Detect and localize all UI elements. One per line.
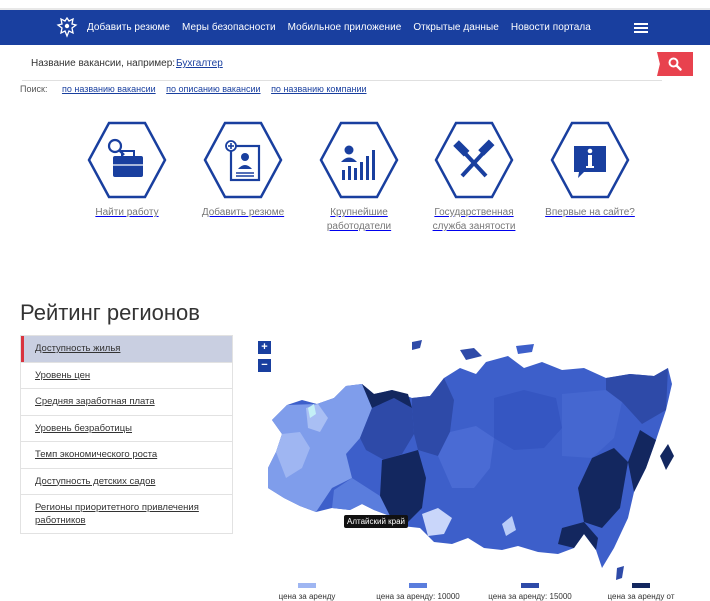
search-criteria: Поиск: по названию вакансии по описанию … (20, 84, 375, 94)
service-top-employers[interactable]: Крупнейшие работодатели (309, 120, 409, 234)
regions-map[interactable] (262, 338, 682, 583)
search-button[interactable] (657, 52, 693, 76)
nav-link-safety[interactable]: Меры безопасности (182, 22, 276, 33)
service-employment-service[interactable]: Государственная служба занятости (424, 120, 524, 234)
service-label: Найти работу (95, 207, 159, 218)
service-first-visit[interactable]: Впервые на сайте? (540, 120, 640, 220)
rating-tabs: Доступность жилья Уровень цен Средняя за… (20, 335, 233, 534)
legend-swatch (409, 583, 427, 588)
criteria-by-title[interactable]: по названию вакансии (62, 84, 156, 94)
legend-swatch (298, 583, 316, 588)
tab-price-level[interactable]: Уровень цен (21, 362, 232, 389)
hamburger-icon[interactable] (634, 23, 648, 33)
legend-swatch (632, 583, 650, 588)
legend-item: цена за аренду от (596, 580, 686, 601)
tab-unemployment[interactable]: Уровень безработицы (21, 415, 232, 442)
service-label: Впервые на сайте? (545, 207, 635, 218)
tab-housing-affordability[interactable]: Доступность жилья (21, 336, 232, 363)
legend-item: цена за аренду (272, 580, 342, 601)
service-find-job[interactable]: Найти работу (77, 120, 177, 220)
hammers-icon (434, 121, 514, 199)
tab-priority-regions[interactable]: Регионы приоритетного привлечения работн… (21, 495, 232, 533)
briefcase-search-icon (87, 121, 167, 199)
service-label: Государственная служба занятости (432, 207, 516, 232)
browser-top-strip (0, 0, 710, 10)
criteria-by-description[interactable]: по описанию вакансии (166, 84, 260, 94)
criteria-label: Поиск: (20, 84, 48, 94)
nav-link-news[interactable]: Новости портала (511, 22, 591, 33)
tab-average-salary[interactable]: Средняя заработная плата (21, 389, 232, 416)
rating-title: Рейтинг регионов (20, 300, 200, 325)
vacancy-search: Название вакансии, например: Бухгалтер (0, 45, 710, 83)
service-label: Крупнейшие работодатели (326, 207, 392, 232)
nav-links: Добавить резюме Меры безопасности Мобиль… (87, 10, 603, 45)
employer-chart-icon (319, 121, 399, 199)
tab-economic-growth[interactable]: Темп экономического роста (21, 442, 232, 469)
nav-link-open-data[interactable]: Открытые данные (413, 22, 499, 33)
legend-item: цена за аренду: 15000 (480, 580, 580, 601)
main-navigation: Добавить резюме Меры безопасности Мобиль… (0, 10, 710, 45)
service-tiles: Найти работу Добавить резюме Крупнейшие … (0, 120, 710, 250)
legend-swatch (521, 583, 539, 588)
criteria-by-company[interactable]: по названию компании (271, 84, 366, 94)
search-icon (668, 57, 682, 71)
map-tooltip: Алтайский край (344, 515, 409, 528)
service-label: Добавить резюме (201, 207, 285, 218)
nav-link-add-resume[interactable]: Добавить резюме (87, 22, 170, 33)
service-add-resume[interactable]: Добавить резюме (193, 120, 293, 220)
add-resume-icon (203, 121, 283, 199)
map-legend: цена за аренду цена за аренду: 10000 цен… (0, 580, 710, 601)
search-label: Название вакансии, например: (31, 58, 176, 69)
legend-item: цена за аренду: 10000 (368, 580, 468, 601)
double-headed-eagle-icon[interactable] (56, 15, 78, 39)
nav-link-mobile-app[interactable]: Мобильное приложение (288, 22, 402, 33)
search-example-link[interactable]: Бухгалтер (176, 58, 223, 69)
tab-kindergartens[interactable]: Доступность детских садов (21, 468, 232, 495)
search-input-underline[interactable] (22, 80, 662, 81)
info-icon (550, 121, 630, 199)
